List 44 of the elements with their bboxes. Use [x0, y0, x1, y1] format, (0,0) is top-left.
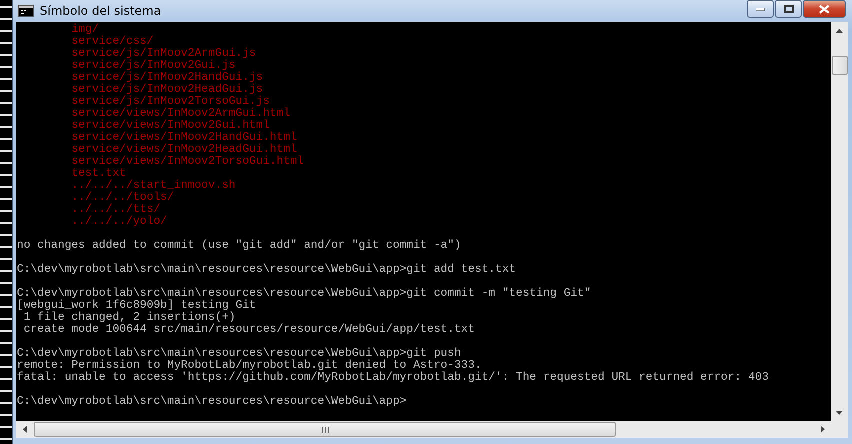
untracked-file: service/js/InMoov2HeadGui.js — [70, 84, 264, 96]
console-line: [webgui_work 1f6c8909b] testing Git — [17, 300, 256, 312]
maximize-button[interactable] — [775, 0, 802, 18]
console-line: remote: Permission to MyRobotLab/myrobotlab.git denied to Astro-333. — [17, 360, 482, 372]
untracked-file: test.txt — [70, 168, 126, 180]
untracked-file: service/views/InMoov2TorsoGui.html — [70, 156, 304, 168]
minimize-icon — [756, 8, 765, 10]
console-line: fatal: unable to access 'https://github.com/MyRobotLab/myrobotlab.git/': The requested URL returned error: 403 — [17, 372, 769, 384]
untracked-file: ../../../tts/ — [70, 204, 161, 216]
untracked-file: ../../../tools/ — [70, 192, 174, 204]
minimize-button[interactable] — [747, 0, 774, 18]
console-line: C:\dev\myrobotlab\src\main\resources\resource\WebGui\app>git push — [17, 348, 462, 360]
maximize-icon — [784, 5, 794, 13]
untracked-file: service/js/InMoov2Gui.js — [70, 60, 236, 72]
window-title: Símbolo del sistema — [40, 4, 162, 18]
untracked-file: service/css/ — [70, 36, 154, 48]
untracked-file: service/js/InMoov2HandGui.js — [70, 72, 264, 84]
untracked-file: service/views/InMoov2Gui.html — [70, 120, 270, 132]
horizontal-scrollbar[interactable] — [16, 421, 831, 438]
console-icon — [18, 5, 34, 17]
scroll-thumb[interactable] — [832, 56, 848, 75]
untracked-file: service/views/InMoov2HeadGui.html — [70, 144, 298, 156]
console-line: C:\dev\myrobotlab\src\main\resources\resource\WebGui\app>git add test.txt — [17, 264, 516, 276]
left-arrow-icon[interactable] — [22, 426, 26, 433]
grip-icon — [322, 426, 328, 432]
console-line: 1 file changed, 2 insertions(+) — [22, 312, 236, 324]
untracked-file: ../../../yolo/ — [70, 216, 168, 228]
close-button[interactable] — [803, 0, 846, 18]
untracked-file: service/js/InMoov2ArmGui.js — [70, 48, 256, 60]
console-line: create mode 100644 src/main/resources/resource/WebGui/app/test.txt — [22, 324, 475, 336]
vertical-scrollbar[interactable] — [831, 22, 848, 421]
untracked-file: service/views/InMoov2ArmGui.html — [70, 108, 290, 120]
untracked-file: service/js/InMoov2TorsoGui.js — [70, 96, 270, 108]
console-line: C:\dev\myrobotlab\src\main\resources\resource\WebGui\app>git commit -m "testing Git" — [17, 288, 592, 300]
untracked-file: img/ — [70, 24, 100, 36]
scroll-thumb[interactable] — [34, 422, 616, 437]
untracked-file: ../../../start_inmoov.sh — [70, 180, 236, 192]
right-arrow-icon[interactable] — [820, 426, 824, 433]
console-line: C:\dev\myrobotlab\src\main\resources\resource\WebGui\app> — [17, 396, 407, 408]
console-line: no changes added to commit (use "git add" and/or "git commit -a") — [17, 240, 462, 252]
close-icon — [819, 4, 830, 14]
untracked-file: service/views/InMoov2HandGui.html — [70, 132, 298, 144]
up-arrow-icon[interactable] — [836, 28, 843, 32]
down-arrow-icon[interactable] — [836, 410, 843, 414]
